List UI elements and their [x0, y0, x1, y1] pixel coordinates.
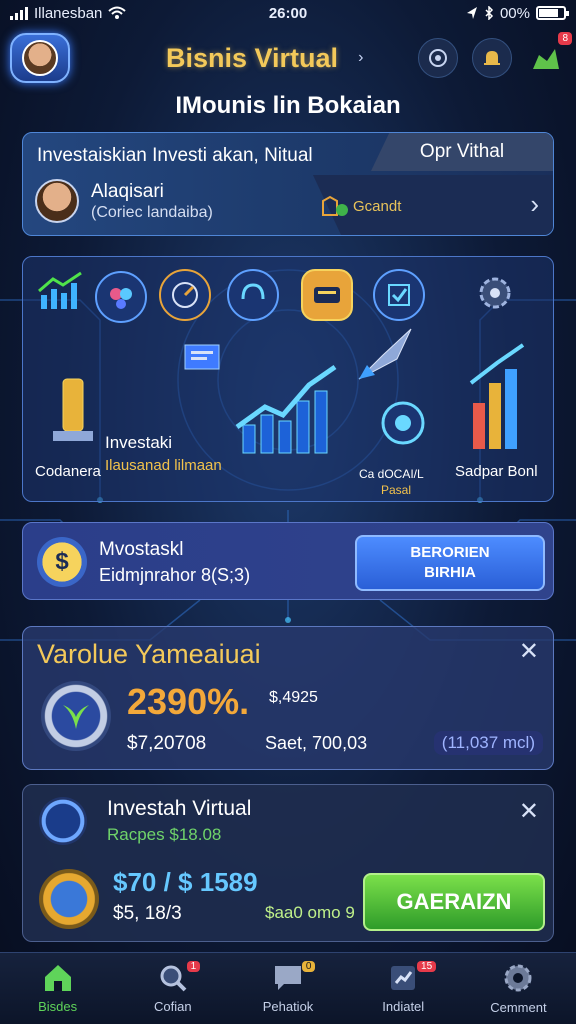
virtual-value-small: $5, 18/3: [113, 903, 182, 924]
account-badge-label: Gcandt: [353, 197, 402, 215]
home-icon: [44, 965, 71, 991]
account-tab[interactable]: Opr Vithal: [371, 133, 553, 171]
stats-percent: 2390%.: [127, 681, 250, 722]
stats-value-a: $7,20708: [127, 733, 207, 754]
people-icon[interactable]: [95, 271, 147, 323]
nav-label: Indiatel: [382, 999, 425, 1014]
achievements-button[interactable]: 8: [526, 32, 572, 78]
nav-item-home[interactable]: Bisdes: [0, 953, 115, 1024]
stats-pill: (11,037 mcl): [433, 731, 543, 755]
chart-up-icon[interactable]: [37, 269, 85, 311]
stats-title: Varolue Yameaiuai: [37, 639, 261, 669]
chevron-right-icon[interactable]: ›: [530, 189, 539, 220]
growth-chart-icon: [235, 364, 337, 454]
bell-button[interactable]: [472, 38, 512, 78]
avatar: [35, 179, 79, 223]
gauge-icon[interactable]: [159, 269, 211, 321]
investment-subtitle: Eidmjnrahor 8(S;3): [99, 565, 251, 585]
nav-item-chat[interactable]: 0 Pehatiok: [230, 953, 345, 1024]
nav-badge: 0: [301, 961, 316, 972]
search-icon: [160, 965, 187, 992]
document-icon: [184, 344, 220, 370]
headset-icon[interactable]: [227, 269, 279, 321]
stats-value-b: Saet, 700,03: [265, 733, 368, 753]
dashboard-label-left: Codanera: [35, 463, 101, 480]
virtual-icon: [39, 797, 87, 845]
close-icon[interactable]: ✕: [519, 797, 539, 826]
virtual-value-big: $70 / $ 1589: [113, 867, 258, 897]
dashboard-panel: Codanera Investaki Ilausanad lilmaan Ca …: [22, 256, 554, 502]
dashboard-label-invest-sub: Ilausanad lilmaan: [105, 457, 222, 474]
nav-item-search[interactable]: 1 Cofian: [115, 953, 230, 1024]
battery-icon: [536, 6, 569, 20]
building-icon: [322, 195, 348, 216]
account-name: Alaqisari: [91, 181, 164, 202]
value-stats-card: Varolue Yameaiuai ✕ 2390%. $,4925 $7,207…: [22, 626, 554, 770]
coin-stack-icon: [39, 869, 99, 929]
status-bar: Illanesban 26:00 00%: [0, 0, 576, 26]
target-icon: [381, 401, 425, 445]
eye-icon: [429, 49, 447, 67]
dashboard-label-center: Ca dOCAI/L: [359, 467, 424, 481]
chat-icon: [275, 966, 301, 990]
nav-item-stats[interactable]: 15 Indiatel: [346, 953, 461, 1024]
gear-icon[interactable]: [475, 273, 515, 313]
invest-action-button[interactable]: BERORIEN BIRHIA: [355, 535, 545, 591]
checklist-icon[interactable]: [373, 269, 425, 321]
dashboard-label-invest: Investaki: [105, 433, 173, 452]
dashboard-label-right: Sadpar Bonl: [455, 463, 538, 480]
investment-card: $ Mvostaskl Eidmjnrahor 8(S;3) BERORIEN …: [22, 522, 554, 600]
virtual-investment-card: Investah Virtual Racpes $18.08 ✕ $70 / $…: [22, 784, 554, 942]
bell-icon: [484, 51, 500, 65]
app-title: Bisnis Virtual: [166, 42, 339, 73]
stats-icon: [391, 966, 416, 990]
virtual-value-green: $aa0 omo 9: [265, 903, 355, 922]
close-icon[interactable]: ✕: [519, 637, 539, 666]
app-header: Bisnis Virtual › 8: [10, 32, 572, 84]
invest-button-line1: BERORIEN: [410, 544, 490, 561]
nav-label: Pehatiok: [262, 999, 314, 1014]
leaf-ring-icon: [41, 681, 111, 751]
nav-badge: 1: [186, 961, 201, 972]
profile-avatar-button[interactable]: [10, 33, 70, 83]
dollar-coin-icon: $: [37, 537, 87, 587]
page-subheading: IMounis lin Bokaian: [175, 92, 401, 119]
avatar: [22, 40, 58, 76]
nav-label: Bisdes: [38, 999, 78, 1014]
gold-bars-icon: [53, 378, 93, 441]
stats-percent-side: $,4925: [269, 689, 318, 706]
invest-button-line2: BIRHIA: [424, 564, 476, 581]
nav-label: Cofian: [154, 999, 192, 1014]
eye-button[interactable]: [418, 38, 458, 78]
virtual-subtitle: Racpes $18.08: [107, 825, 222, 844]
nav-badge: 15: [417, 961, 437, 972]
account-badge: Gcandt: [321, 195, 401, 217]
settings-icon: [504, 964, 532, 992]
account-card[interactable]: Investaiskian Investi akan, Nitual Opr V…: [22, 132, 554, 236]
nav-label: Cemment: [490, 1000, 547, 1015]
nav-item-settings[interactable]: Cemment: [461, 953, 576, 1024]
dashboard-label-center-sub: Pasal: [381, 483, 412, 497]
chevron-right-icon[interactable]: ›: [358, 49, 363, 67]
bottom-nav: Bisdes 1 Cofian 0 Pehatiok 15 Indiatel C…: [0, 952, 576, 1024]
account-subtitle: (Coriec landaiba): [91, 204, 213, 221]
account-headline: Investaiskian Investi akan, Nitual: [37, 145, 313, 166]
wallet-icon[interactable]: [301, 269, 353, 321]
virtual-action-button[interactable]: GAERAIZN: [363, 873, 545, 931]
notification-badge: 8: [558, 32, 572, 45]
investment-title: Mvostaskl: [99, 539, 184, 560]
status-time: 26:00: [268, 4, 308, 22]
bar-chart-icon: [469, 343, 525, 449]
rocket-icon: [358, 328, 412, 380]
virtual-title: Investah Virtual: [107, 797, 252, 820]
trophy-icon: [533, 49, 559, 69]
